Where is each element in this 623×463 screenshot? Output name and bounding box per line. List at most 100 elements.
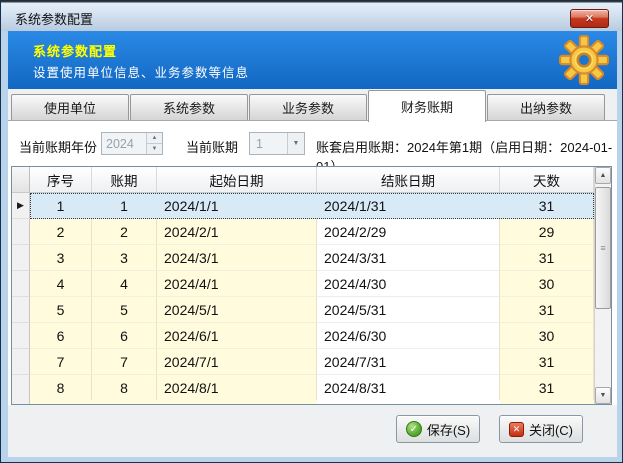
cell-end-date[interactable]: 2024/3/31: [317, 245, 500, 271]
cell-period[interactable]: 1: [92, 193, 157, 219]
tab-system-params[interactable]: 系统参数: [130, 94, 248, 121]
titlebar: 系统参数配置 ✕: [1, 1, 622, 31]
tab-fiscal-period[interactable]: 财务账期: [368, 90, 486, 122]
cell-period[interactable]: 6: [92, 323, 157, 349]
cell-days[interactable]: 31: [500, 375, 594, 401]
table-row[interactable]: ▶ 7 7 2024/7/1 2024/7/31 31: [12, 349, 594, 375]
cell-period[interactable]: 7: [92, 349, 157, 375]
tab-label: 出纳参数: [520, 98, 572, 117]
cell-end-date[interactable]: 2024/2/29: [317, 219, 500, 245]
tab-cashier-params[interactable]: 出纳参数: [487, 94, 605, 121]
cell-seq[interactable]: 8: [30, 375, 92, 401]
col-header-end[interactable]: 结账日期: [317, 167, 500, 193]
save-button[interactable]: ✓ 保存(S): [396, 415, 480, 443]
system-params-dialog: { "window": { "title": "系统参数配置" }, "bann…: [0, 0, 623, 463]
tab-business-params[interactable]: 业务参数: [249, 94, 367, 121]
col-header-period[interactable]: 账期: [92, 167, 157, 193]
cell-start-date[interactable]: 2024/7/1: [157, 349, 317, 375]
row-indicator: ▶: [12, 271, 30, 297]
spinner-up-icon[interactable]: ▲: [147, 133, 162, 144]
cell-seq[interactable]: 4: [30, 271, 92, 297]
gear-icon: [559, 35, 609, 85]
tab-label: 使用单位: [44, 98, 96, 117]
cell-seq[interactable]: 5: [30, 297, 92, 323]
table-row-partial: [12, 400, 594, 404]
cell-end-date[interactable]: 2024/8/31: [317, 375, 500, 401]
cell-days[interactable]: 30: [500, 323, 594, 349]
cell-start-date[interactable]: 2024/1/1: [157, 193, 317, 219]
row-indicator: ▶: [12, 219, 30, 245]
cell-period[interactable]: 3: [92, 245, 157, 271]
banner-title: 系统参数配置: [33, 41, 117, 60]
banner-subtitle: 设置使用单位信息、业务参数等信息: [33, 62, 249, 81]
tab-label: 财务账期: [401, 97, 453, 116]
cell-start-date[interactable]: 2024/4/1: [157, 271, 317, 297]
current-year-label: 当前账期年份: [19, 137, 97, 156]
table-row[interactable]: ▶ 2 2 2024/2/1 2024/2/29 29: [12, 219, 594, 245]
current-year-spinner[interactable]: ▲ ▼: [101, 132, 163, 155]
cell-days[interactable]: 31: [500, 349, 594, 375]
cell-seq[interactable]: 3: [30, 245, 92, 271]
scrollbar-thumb[interactable]: ≡: [595, 187, 611, 309]
tab-label: 业务参数: [282, 98, 334, 117]
cell-period[interactable]: 8: [92, 375, 157, 401]
close-button[interactable]: ✕ 关闭(C): [499, 415, 583, 443]
current-period-label: 当前账期: [186, 137, 238, 156]
cell-days[interactable]: 31: [500, 245, 594, 271]
spinner-buttons[interactable]: ▲ ▼: [146, 133, 162, 154]
col-header-start[interactable]: 起始日期: [157, 167, 317, 193]
row-indicator-header: [12, 167, 30, 193]
tab-usage-unit[interactable]: 使用单位: [11, 94, 129, 121]
current-period-dropdown[interactable]: 1 ▼: [249, 132, 305, 155]
table-row[interactable]: ▶ 4 4 2024/4/1 2024/4/30 30: [12, 271, 594, 297]
cell-end-date[interactable]: 2024/4/30: [317, 271, 500, 297]
table-row[interactable]: ▶ 3 3 2024/3/1 2024/3/31 31: [12, 245, 594, 271]
cell-days[interactable]: 30: [500, 271, 594, 297]
cell-seq[interactable]: 1: [30, 193, 92, 219]
row-indicator: ▶: [12, 323, 30, 349]
cell-start-date[interactable]: 2024/5/1: [157, 297, 317, 323]
cell-end-date[interactable]: 2024/6/30: [317, 323, 500, 349]
col-header-seq[interactable]: 序号: [30, 167, 92, 193]
cell-end-date[interactable]: 2024/7/31: [317, 349, 500, 375]
cell-start-date[interactable]: 2024/2/1: [157, 219, 317, 245]
header-banner: 系统参数配置 设置使用单位信息、业务参数等信息: [8, 31, 617, 89]
cell-seq[interactable]: 2: [30, 219, 92, 245]
cell-seq[interactable]: 7: [30, 349, 92, 375]
spinner-down-icon[interactable]: ▼: [147, 144, 162, 154]
cell-days[interactable]: 31: [500, 193, 594, 219]
row-indicator: ▶: [12, 297, 30, 323]
cell-period[interactable]: 5: [92, 297, 157, 323]
period-table: 序号 账期 起始日期 结账日期 天数 ▶ 1 1 2024/1/1 2024/1…: [11, 166, 612, 405]
close-button-label: 关闭(C): [529, 420, 573, 439]
cell-seq[interactable]: 6: [30, 323, 92, 349]
scroll-down-icon[interactable]: ▼: [595, 387, 611, 404]
table-row[interactable]: ▶ 5 5 2024/5/1 2024/5/31 31: [12, 297, 594, 323]
cell-period[interactable]: 2: [92, 219, 157, 245]
cell-period[interactable]: 4: [92, 271, 157, 297]
scroll-up-icon[interactable]: ▲: [595, 167, 611, 184]
current-period-value: 1: [250, 133, 287, 154]
footer-bar: ✓ 保存(S) ✕ 关闭(C): [8, 405, 617, 457]
table-row[interactable]: ▶ 1 1 2024/1/1 2024/1/31 31: [12, 193, 594, 219]
chevron-down-icon[interactable]: ▼: [287, 133, 304, 154]
cell-end-date[interactable]: 2024/5/31: [317, 297, 500, 323]
table-header-row: 序号 账期 起始日期 结账日期 天数: [12, 167, 594, 193]
cell-end-date[interactable]: 2024/1/31: [317, 193, 500, 219]
save-check-icon: ✓: [406, 421, 422, 437]
cell-start-date[interactable]: 2024/3/1: [157, 245, 317, 271]
current-year-input[interactable]: [102, 133, 146, 154]
col-header-days[interactable]: 天数: [500, 167, 594, 193]
tab-label: 系统参数: [163, 98, 215, 117]
vertical-scrollbar[interactable]: ▲ ≡ ▼: [594, 167, 611, 404]
cell-days[interactable]: 31: [500, 297, 594, 323]
close-x-icon: ✕: [509, 422, 524, 437]
row-indicator: ▶: [12, 375, 30, 401]
window-close-button[interactable]: ✕: [570, 9, 609, 28]
table-row[interactable]: ▶ 6 6 2024/6/1 2024/6/30 30: [12, 323, 594, 349]
cell-start-date[interactable]: 2024/8/1: [157, 375, 317, 401]
table-body: ▶ 1 1 2024/1/1 2024/1/31 31 ▶ 2 2 2024/2…: [12, 193, 594, 401]
table-row[interactable]: ▶ 8 8 2024/8/1 2024/8/31 31: [12, 375, 594, 401]
cell-days[interactable]: 29: [500, 219, 594, 245]
cell-start-date[interactable]: 2024/6/1: [157, 323, 317, 349]
